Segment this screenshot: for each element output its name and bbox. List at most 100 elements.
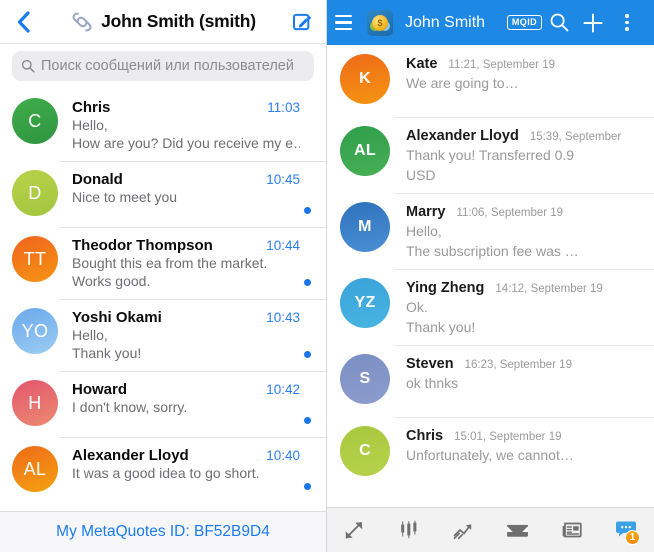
search-button[interactable] (542, 6, 576, 40)
chat-name: Yoshi Okami (72, 309, 162, 326)
ios-chat-row[interactable]: H Howard 10:42 I don't know, sorry. (0, 371, 326, 437)
ios-chat-row[interactable]: C Chris 11:03 Hello, How are you? Did you re… (0, 89, 326, 161)
app-screen: John Smith (smith) Поиск сообщений или п… (0, 0, 654, 552)
chat-row-title-line: Donald 10:45 (72, 171, 300, 188)
chat-preview-line: Hello, (72, 117, 108, 133)
android-chat-row[interactable]: AL Alexander Lloyd 15:39, September Thank y… (327, 117, 654, 193)
android-chat-row[interactable]: YZ Ying Zheng 14:12, September 19 Ok. Thank … (327, 269, 654, 345)
chat-preview-line: Ok. (406, 299, 428, 315)
android-account-title: John Smith (405, 13, 486, 31)
chat-preview-line: The subscription fee was … (406, 243, 579, 259)
chat-preview-line: Hello, (406, 223, 442, 239)
chat-unread-badge: 1 (625, 529, 640, 545)
chat-row-body: Steven 16:23, September 19 ok thnks (406, 354, 644, 392)
unread-indicator-slot (300, 98, 314, 152)
chat-row-title-line: Alexander Lloyd 10:40 (72, 447, 300, 464)
chat-row-title-line: Kate 11:21, September 19 (406, 56, 644, 72)
chat-row-body: Marry 11:06, September 19 Hello, The subscr… (406, 202, 644, 260)
avatar: YO (12, 308, 58, 354)
avatar: M (340, 202, 390, 252)
chat-row-title-line: Theodor Thompson 10:44 (72, 237, 300, 254)
chat-row-title-line: Ying Zheng 14:12, September 19 (406, 280, 644, 296)
ios-chat-row[interactable]: D Donald 10:45 Nice to meet you (0, 161, 326, 227)
chat-timestamp: 10:45 (266, 172, 300, 187)
ios-chat-list[interactable]: C Chris 11:03 Hello, How are you? Did you re… (0, 89, 326, 511)
chat-row-title-line: Alexander Lloyd 15:39, September (406, 128, 644, 144)
ios-title-group: John Smith (smith) (36, 10, 290, 34)
ios-chat-row[interactable]: TT Theodor Thompson 10:44 Bought this ea fr… (0, 227, 326, 299)
avatar: C (12, 98, 58, 144)
tab-news[interactable] (545, 508, 600, 552)
chat-row-body: Alexander Lloyd 10:40 It was a good idea t… (72, 446, 300, 482)
unread-dot (303, 483, 311, 490)
avatar: K (340, 54, 390, 104)
chat-row-body: Ying Zheng 14:12, September 19 Ok. Thank yo… (406, 278, 644, 336)
chat-name: Marry (406, 204, 446, 220)
android-chat-row[interactable]: C Chris 15:01, September 19 Unfortunately, … (327, 417, 654, 489)
unread-dot (303, 207, 311, 214)
android-chat-list[interactable]: K Kate 11:21, September 19 We are going to…… (327, 45, 654, 507)
tab-mailbox[interactable] (491, 508, 546, 552)
tab-trade[interactable] (436, 508, 491, 552)
chevron-left-icon (17, 10, 30, 33)
chat-name: Howard (72, 381, 128, 398)
candlestick-chart-icon (400, 520, 417, 539)
compose-button[interactable] (290, 9, 316, 35)
chat-timestamp: 11:06, September 19 (456, 207, 564, 219)
chat-timestamp: 16:23, September 19 (464, 359, 572, 371)
android-header: $ John Smith MQID (327, 0, 654, 45)
search-icon (550, 13, 568, 32)
compose-pencil-icon (293, 13, 312, 30)
chat-row-body: Kate 11:21, September 19 We are going to… (406, 54, 644, 92)
chat-name: Kate (406, 56, 438, 72)
trade-trend-icon (453, 524, 472, 540)
chat-preview-line: It was a good idea to go short. (72, 465, 260, 481)
tab-chat[interactable]: 1 (600, 508, 654, 552)
tab-charts[interactable] (382, 508, 437, 552)
hamburger-menu-icon[interactable] (335, 10, 361, 36)
android-chat-row[interactable]: K Kate 11:21, September 19 We are going to… (327, 45, 654, 117)
chat-preview-line: Bought this ea from the market. (72, 255, 268, 271)
overflow-menu-button[interactable] (610, 6, 644, 40)
chat-row-title-line: Yoshi Okami 10:43 (72, 309, 300, 326)
back-button[interactable] (10, 7, 36, 37)
chat-name: Chris (72, 99, 111, 116)
ios-chat-row[interactable]: YO Yoshi Okami 10:43 Hello, Thank you! (0, 299, 326, 371)
mailbox-inbox-icon (507, 523, 529, 537)
plus-icon (583, 12, 603, 33)
ios-messages-panel: John Smith (smith) Поиск сообщений или п… (0, 0, 327, 552)
search-input[interactable]: Поиск сообщений или пользователей (12, 51, 314, 81)
chat-row-title-line: Howard 10:42 (72, 381, 300, 398)
add-chat-button[interactable] (576, 6, 610, 40)
avatar: C (340, 426, 390, 476)
chat-timestamp: 11:21, September 19 (448, 59, 555, 71)
metaquotes-id-footer[interactable]: My MetaQuotes ID: BF52B9D4 (0, 511, 326, 552)
chat-preview-line: Unfortunately, we cannot… (406, 447, 574, 463)
chat-preview-line: ok thnks (406, 375, 459, 391)
android-messages-panel: $ John Smith MQID K Kate 11:21, Septembe… (327, 0, 654, 552)
mqid-badge[interactable]: MQID (506, 15, 542, 30)
chat-row-body: Yoshi Okami 10:43 Hello, Thank you! (72, 308, 300, 362)
search-icon (21, 59, 35, 73)
unread-indicator-slot (300, 446, 314, 494)
avatar: AL (340, 126, 390, 176)
chat-row-body: Chris 11:03 Hello, How are you? Did you rec… (72, 98, 300, 152)
ios-chat-row[interactable]: AL Alexander Lloyd 10:40 It was a good idea… (0, 437, 326, 503)
chat-name: Ying Zheng (406, 280, 485, 296)
chat-row-body: Donald 10:45 Nice to meet you (72, 170, 300, 206)
chat-timestamp: 10:43 (266, 310, 300, 325)
avatar: H (12, 380, 58, 426)
chat-timestamp: 10:42 (266, 382, 300, 397)
chat-row-body: Chris 15:01, September 19 Unfortunately, w… (406, 426, 644, 464)
android-chat-row[interactable]: S Steven 16:23, September 19 ok thnks (327, 345, 654, 417)
chat-name: Alexander Lloyd (72, 447, 189, 464)
news-paper-icon (562, 522, 582, 538)
chat-row-title-line: Marry 11:06, September 19 (406, 204, 644, 220)
chat-timestamp: 15:39, September (529, 131, 622, 143)
chat-name: Theodor Thompson (72, 237, 213, 254)
app-icon-coin: $ (372, 14, 388, 31)
tab-quotes[interactable] (327, 508, 382, 552)
chat-preview-line: I don't know, sorry. (72, 399, 188, 415)
android-chat-row[interactable]: M Marry 11:06, September 19 Hello, The subsc… (327, 193, 654, 269)
chat-row-body: Theodor Thompson 10:44 Bought this ea from… (72, 236, 300, 290)
